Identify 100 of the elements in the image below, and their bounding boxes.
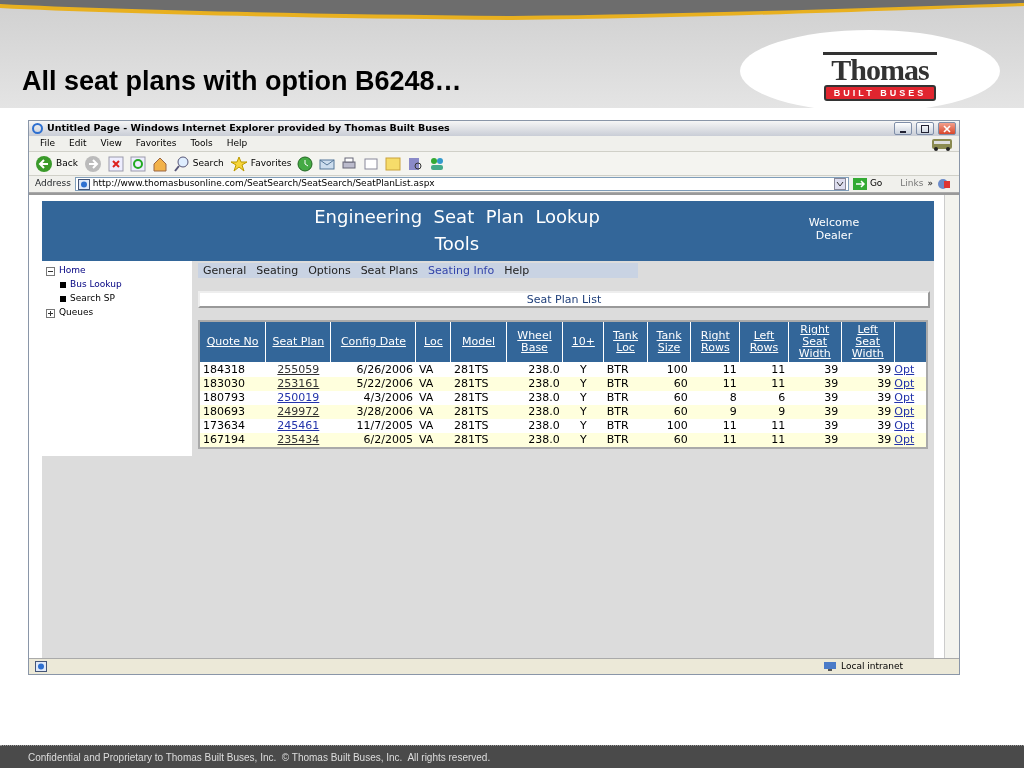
scrollbar[interactable] (944, 195, 959, 658)
nav-tab[interactable]: Seating (251, 263, 304, 278)
table-cell: 39 (788, 362, 842, 377)
table-cell: 11 (739, 433, 789, 448)
menu-item[interactable]: Help (221, 136, 253, 151)
table-cell: 11/7/2005 (331, 419, 416, 433)
menu-item[interactable]: Favorites (130, 136, 182, 151)
address-label: Address (35, 177, 71, 191)
table-cell: 39 (841, 377, 895, 391)
clock-icon (297, 155, 314, 172)
column-header[interactable]: Right Rows (690, 321, 740, 363)
menu-item[interactable]: Edit (64, 136, 92, 151)
refresh-button[interactable] (129, 155, 146, 172)
page-heading: Engineering Seat Plan Lookup Tools (313, 205, 601, 256)
options-link[interactable]: Opt (894, 363, 915, 376)
table-cell: 39 (841, 362, 895, 377)
search-button[interactable]: Search (173, 155, 224, 172)
printer-icon (341, 155, 358, 172)
nav-tab[interactable]: Help (499, 263, 535, 278)
table-cell: 184318 (199, 362, 266, 377)
options-link[interactable]: Opt (894, 419, 915, 432)
table-cell: BTR (603, 377, 648, 391)
table-cell: 39 (841, 391, 895, 405)
nav-tab[interactable]: Seat Plans (355, 263, 424, 278)
table-cell: 39 (841, 433, 895, 448)
table-cell: 167194 (199, 433, 266, 448)
url-text: http://www.thomasbusonline.com/SeatSearch/SeatSearch/SeatPlanList.aspx (92, 177, 435, 191)
nav-tab[interactable]: Seating Info (423, 263, 500, 278)
close-icon (943, 124, 951, 133)
table-cell: 281TS (450, 405, 507, 419)
history-button[interactable] (297, 155, 314, 172)
table-cell: 281TS (450, 433, 507, 448)
column-header[interactable]: Left Rows (739, 321, 789, 363)
column-header[interactable]: Seat Plan (265, 321, 331, 363)
table-cell: 9 (739, 405, 789, 419)
menu-item[interactable]: File (35, 136, 61, 151)
logo-tagline: BUILT BUSES (823, 85, 937, 101)
close-button[interactable] (938, 122, 956, 135)
note-icon (385, 155, 402, 172)
seat-plan-link[interactable]: 255059 (277, 363, 320, 376)
seat-plan-link[interactable]: 245461 (277, 419, 320, 432)
table-cell: VA (415, 419, 451, 433)
column-header[interactable]: Wheel Base (506, 321, 563, 363)
window-title: Untitled Page - Windows Internet Explorer provided by Thomas Built Buses (47, 121, 450, 136)
table-cell: 238.0 (506, 419, 563, 433)
table-cell: Y (562, 419, 604, 433)
back-button[interactable]: Back (35, 154, 78, 173)
table-cell: VA (415, 433, 451, 448)
table-cell: 11 (739, 362, 789, 377)
table-cell: Y (562, 405, 604, 419)
column-header[interactable]: Loc (415, 321, 451, 363)
column-header[interactable]: Right Seat Width (788, 321, 842, 363)
table-cell: Y (562, 433, 604, 448)
table-cell: 180793 (199, 391, 266, 405)
go-button[interactable]: Go (852, 177, 883, 191)
favorites-button[interactable]: Favorites (229, 155, 292, 172)
column-header[interactable]: 10+ (562, 321, 604, 363)
tree-item[interactable]: Home (46, 264, 86, 278)
options-link[interactable]: Opt (894, 391, 915, 404)
table-cell: 281TS (450, 391, 507, 405)
home-button[interactable] (151, 155, 168, 172)
nav-tab[interactable]: Options (303, 263, 356, 278)
stop-button[interactable] (107, 155, 124, 172)
table-cell: 39 (788, 391, 842, 405)
table-cell: BTR (603, 433, 648, 448)
column-header[interactable]: Config Date (331, 321, 416, 363)
table-cell: VA (415, 377, 451, 391)
links-button[interactable]: Links (900, 177, 924, 191)
table-cell: VA (415, 391, 451, 405)
column-header[interactable]: Model (450, 321, 507, 363)
slide-title: All seat plans with option B6248… (22, 66, 462, 97)
seat-plan-link[interactable]: 250019 (277, 391, 320, 404)
menu-item[interactable]: View (95, 136, 127, 151)
chevron-button[interactable]: » (927, 177, 933, 191)
page-icon (35, 661, 47, 672)
messenger-button[interactable] (429, 155, 446, 172)
tree-item[interactable]: Queues (46, 306, 94, 320)
tree-item[interactable]: Search SP (46, 292, 115, 306)
table-cell: 100 (647, 419, 691, 433)
column-header[interactable]: Tank Loc (603, 321, 648, 363)
column-header[interactable]: Quote No (199, 321, 266, 363)
tree-item[interactable]: Bus Lookup (46, 278, 122, 292)
print-button[interactable] (341, 155, 358, 172)
minimize-button[interactable] (894, 122, 912, 135)
network-icon (823, 661, 838, 672)
table-cell: 60 (647, 433, 691, 448)
menu-item[interactable]: Tools (185, 136, 218, 151)
minimize-icon (900, 130, 906, 133)
table-cell: 6/2/2005 (331, 433, 416, 448)
column-header[interactable]: Left Seat Width (841, 321, 895, 363)
arrow-icon (852, 178, 867, 190)
column-header[interactable]: Tank Size (647, 321, 691, 363)
table-cell: 11 (739, 419, 789, 433)
table-cell: 11 (690, 362, 740, 377)
dropdown-icon (833, 178, 846, 190)
address-field[interactable]: http://www.thomasbusonline.com/SeatSearch/SeatSearch/SeatPlanList.aspx (74, 177, 849, 191)
maximize-button[interactable] (916, 122, 934, 135)
table-cell: BTR (603, 405, 648, 419)
nav-tab[interactable]: General (198, 263, 252, 278)
maximize-icon (921, 124, 929, 133)
